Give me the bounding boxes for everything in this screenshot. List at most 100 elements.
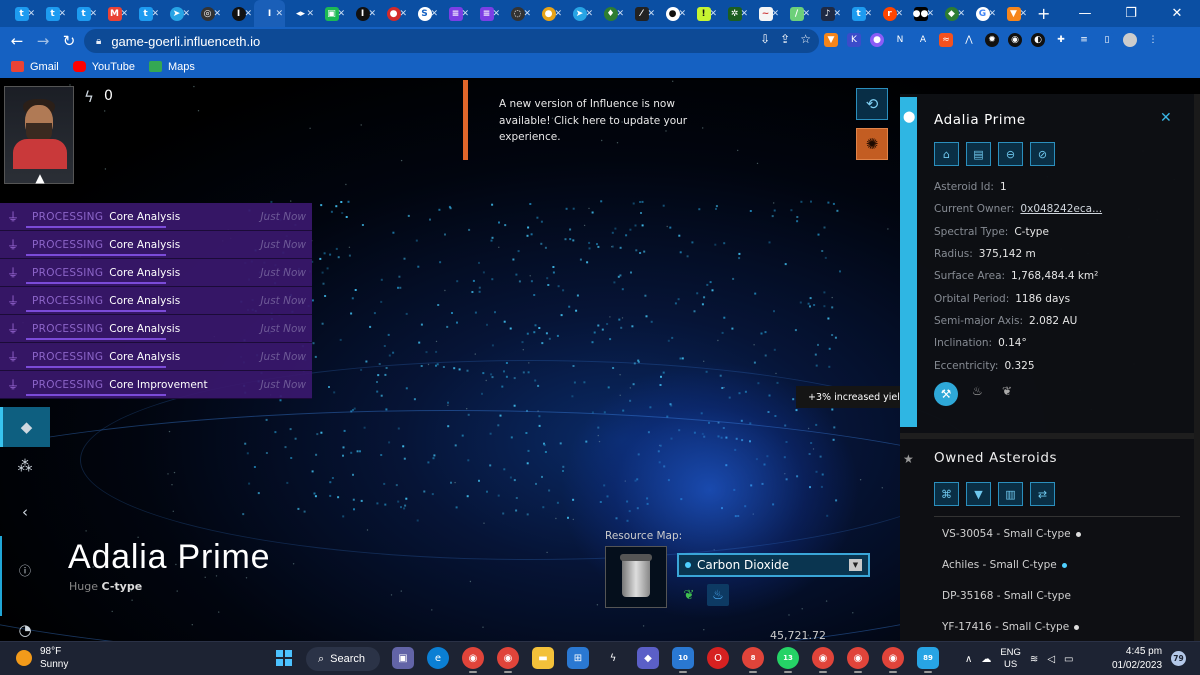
puzzle-icon[interactable]: ✚: [1054, 33, 1068, 47]
process-row[interactable]: ⏚ PROCESSING Core Improvement Just Now: [0, 371, 312, 399]
chrome-icon[interactable]: ◉: [847, 647, 869, 673]
share-icon[interactable]: ⇪: [780, 32, 790, 46]
close-tab-icon[interactable]: ✕: [554, 9, 562, 19]
filter-button[interactable]: ▼: [966, 482, 991, 506]
windows-start-icon[interactable]: [276, 650, 292, 666]
owned-asteroid-item[interactable]: DP-35168 - Small C-type: [942, 590, 1071, 602]
chevron-up-icon[interactable]: ∧: [965, 654, 972, 665]
tab-web[interactable]: ≡ ✕: [440, 0, 471, 27]
telegram-icon[interactable]: 89: [917, 647, 939, 673]
asteroid-card-button[interactable]: ⌂: [934, 142, 959, 166]
zoom-button[interactable]: ⊖: [998, 142, 1023, 166]
menu-icon[interactable]: ⋮: [1146, 33, 1160, 47]
tab-web[interactable]: ≡ ✕: [471, 0, 502, 27]
leaf-icon[interactable]: ❦: [1002, 384, 1012, 398]
app-icon[interactable]: ϟ: [602, 647, 624, 669]
tab-influence[interactable]: I ✕: [347, 0, 378, 27]
minimize-icon[interactable]: —: [1062, 0, 1108, 27]
tab-web[interactable]: S ✕: [409, 0, 440, 27]
extension-icon[interactable]: ≈: [939, 33, 953, 47]
tab-metamask[interactable]: ▼ ✕: [998, 0, 1029, 27]
process-row[interactable]: ⏚ PROCESSING Core Analysis Just Now: [0, 203, 312, 231]
back-arrow-icon[interactable]: ←: [4, 28, 30, 54]
chevron-down-icon[interactable]: ▼: [849, 559, 862, 571]
tab-web[interactable]: ! ✕: [688, 0, 719, 27]
url-text[interactable]: game-goerli.influenceth.io: [111, 34, 260, 49]
extension-icon[interactable]: ⋀: [962, 33, 976, 47]
close-tab-icon[interactable]: ✕: [988, 9, 996, 19]
tab-telegram[interactable]: ➤ ✕: [564, 0, 595, 27]
leaf-icon[interactable]: ❦: [678, 584, 700, 606]
notification-badge[interactable]: 79: [1171, 651, 1186, 666]
opera-icon[interactable]: O: [707, 647, 729, 669]
process-row[interactable]: ⏚ PROCESSING Core Analysis Just Now: [0, 259, 312, 287]
close-tab-icon[interactable]: ✕: [120, 9, 128, 19]
crew-status-button[interactable]: ◔: [0, 610, 50, 641]
tab-gmail[interactable]: M ✕: [99, 0, 130, 27]
tab-web[interactable]: ●● ✕: [905, 0, 936, 27]
extension-icon[interactable]: ✹: [985, 33, 999, 47]
folder-icon[interactable]: ▬: [532, 647, 554, 669]
report-bug-button[interactable]: ✺: [856, 128, 888, 160]
game-viewport[interactable]: ▲ ϟ 0 A new version of Influence is now …: [0, 80, 1200, 641]
forward-arrow-icon[interactable]: →: [30, 28, 56, 54]
close-tab-icon[interactable]: ✕: [895, 9, 903, 19]
tab-reddit[interactable]: r ✕: [874, 0, 905, 27]
close-tab-icon[interactable]: ✕: [833, 9, 841, 19]
tab-web[interactable]: ♪ ✕: [812, 0, 843, 27]
meet-icon[interactable]: ▣: [392, 647, 414, 669]
tab-google[interactable]: G ✕: [967, 0, 998, 27]
details-button[interactable]: ▤: [966, 142, 991, 166]
wifi-icon[interactable]: ≋: [1030, 654, 1038, 665]
edge-icon[interactable]: e: [427, 647, 449, 669]
tab-web[interactable]: / ✕: [781, 0, 812, 27]
tab-web[interactable]: ● ✕: [378, 0, 409, 27]
close-tab-icon[interactable]: ✕: [709, 9, 717, 19]
close-tab-icon[interactable]: ✕: [89, 9, 97, 19]
tab-web[interactable]: ⁄ ✕: [626, 0, 657, 27]
close-tab-icon[interactable]: ✕: [337, 9, 345, 19]
bookmark-gmail[interactable]: Gmail: [11, 61, 59, 73]
owned-asteroid-item[interactable]: YF-17416 - Small C-type: [942, 621, 1080, 633]
close-tab-icon[interactable]: ✕: [647, 9, 655, 19]
close-window-icon[interactable]: ✕: [1154, 0, 1200, 27]
close-tab-icon[interactable]: ✕: [27, 9, 35, 19]
sort-button[interactable]: ⇄: [1030, 482, 1055, 506]
crew-portrait[interactable]: ▲: [4, 86, 74, 185]
whatsapp-icon[interactable]: 13: [777, 647, 799, 673]
tab-media[interactable]: ◂▸ ✕: [285, 0, 316, 27]
bookmark-star-icon[interactable]: ☆: [800, 32, 811, 46]
owned-asteroid-item[interactable]: VS-30054 - Small C-type: [942, 528, 1081, 540]
tab-web[interactable]: ▣ ✕: [316, 0, 347, 27]
clock[interactable]: 4:45 pm 01/02/2023: [1112, 645, 1162, 673]
network-warning-icon[interactable]: ☁: [981, 654, 991, 665]
close-tab-icon[interactable]: ✕: [771, 9, 779, 19]
chrome-icon[interactable]: ◉: [882, 647, 904, 673]
close-tab-icon[interactable]: ✕: [616, 9, 624, 19]
extension-icon[interactable]: ◐: [1031, 33, 1045, 47]
new-tab-button[interactable]: +: [1037, 4, 1050, 23]
info-button[interactable]: ⓘ: [0, 550, 50, 590]
resource-select[interactable]: Carbon Dioxide ▼: [677, 553, 870, 577]
tab-twitter[interactable]: t ✕: [130, 0, 161, 27]
app-icon[interactable]: 10: [672, 647, 694, 673]
close-tab-icon[interactable]: ✕: [430, 9, 438, 19]
address-bar[interactable]: 🔒︎ game-goerli.influenceth.io ⇩ ⇪ ☆: [84, 29, 819, 53]
table-view-button[interactable]: ▥: [998, 482, 1023, 506]
tab-web[interactable]: ● ✕: [657, 0, 688, 27]
tab-influence-active[interactable]: I ✕: [254, 0, 285, 27]
close-tab-icon[interactable]: ✕: [399, 9, 407, 19]
process-row[interactable]: ⏚ PROCESSING Core Analysis Just Now: [0, 287, 312, 315]
tab-twitter[interactable]: t ✕: [37, 0, 68, 27]
language-indicator[interactable]: ENG US: [1000, 647, 1021, 671]
owner-link[interactable]: 0x048242eca...: [1020, 203, 1102, 215]
flame-icon[interactable]: ♨: [972, 384, 983, 398]
close-tab-icon[interactable]: ✕: [58, 9, 66, 19]
volume-icon[interactable]: ◁: [1047, 654, 1055, 665]
side-panel-icon[interactable]: ▯: [1100, 33, 1114, 47]
close-tab-icon[interactable]: ✕: [1019, 9, 1027, 19]
close-tab-icon[interactable]: ✕: [461, 9, 469, 19]
bookmark-maps[interactable]: Maps: [148, 61, 195, 73]
extension-icon[interactable]: ●: [870, 33, 884, 47]
close-tab-icon[interactable]: ✕: [368, 9, 376, 19]
